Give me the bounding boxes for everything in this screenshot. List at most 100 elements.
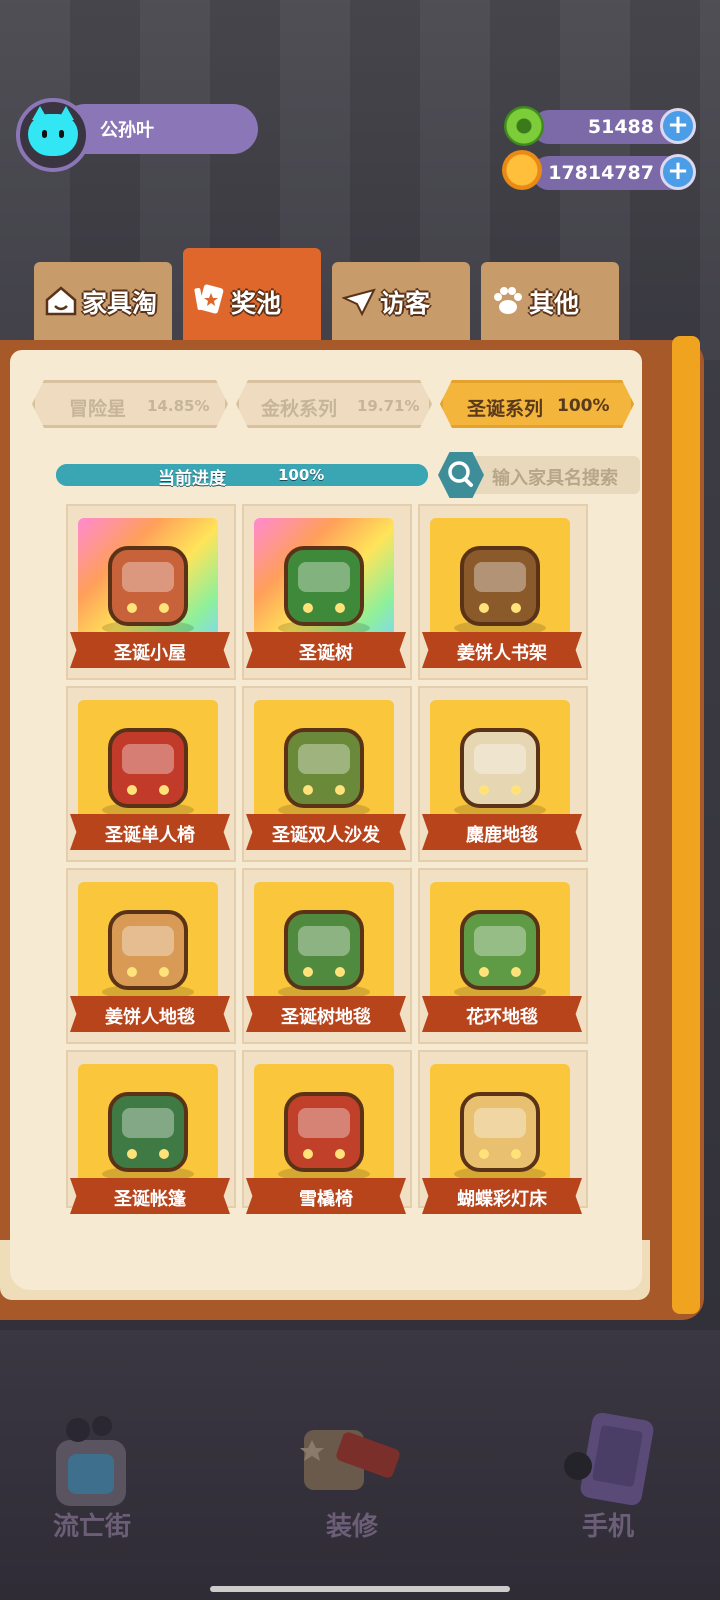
- gingerbread-house-icon: [102, 546, 194, 636]
- tree-rug-icon: [278, 910, 370, 1000]
- paper-plane-icon: [342, 288, 376, 317]
- furniture-name: 雪橇椅: [299, 1189, 353, 1210]
- tab-furniture-shop[interactable]: 家具淘: [34, 262, 172, 342]
- furniture-name-ribbon: 圣诞单人椅: [70, 814, 230, 850]
- furniture-thumbnail: [430, 700, 570, 830]
- series-tab-adventure-star[interactable]: 冒险星 14.85%: [32, 380, 228, 428]
- house-icon: [45, 286, 77, 316]
- furniture-name: 蝴蝶彩灯床: [457, 1189, 547, 1210]
- nav-label: 流亡街: [52, 1512, 131, 1542]
- furniture-card[interactable]: 姜饼人地毯: [66, 868, 236, 1044]
- wreath-rug-icon: [454, 910, 546, 1000]
- furniture-card[interactable]: 圣诞树: [242, 504, 412, 680]
- series-pct: 100%: [557, 396, 610, 416]
- furniture-card[interactable]: 圣诞帐篷: [66, 1050, 236, 1214]
- furniture-name-ribbon: 姜饼人地毯: [70, 996, 230, 1032]
- furniture-card[interactable]: 麋鹿地毯: [418, 686, 588, 862]
- furniture-thumbnail: [430, 1064, 570, 1194]
- furniture-thumbnail: [254, 700, 394, 830]
- furniture-thumbnail: [254, 518, 394, 648]
- player-name-plate[interactable]: [60, 104, 258, 154]
- progress-label: 当前进度: [158, 469, 226, 489]
- armchair-icon: [102, 728, 194, 818]
- furniture-name-ribbon: 圣诞小屋: [70, 632, 230, 668]
- furniture-thumbnail: [430, 882, 570, 1012]
- furniture-card[interactable]: 雪橇椅: [242, 1050, 412, 1214]
- tab-prize-pool[interactable]: 奖池: [183, 248, 321, 342]
- tab-label: 其他: [529, 289, 580, 318]
- add-gold-currency-button[interactable]: +: [660, 154, 696, 190]
- phone-icon: [564, 1412, 654, 1506]
- furniture-name-ribbon: 雪橇椅: [246, 1178, 406, 1214]
- tent-icon: [102, 1092, 194, 1182]
- series-label: 圣诞系列: [467, 398, 544, 420]
- progress-bar: [56, 464, 428, 486]
- gingerbread-rug-icon: [102, 910, 194, 1000]
- tab-visitors[interactable]: 访客: [332, 262, 470, 342]
- furniture-card[interactable]: 花环地毯: [418, 868, 588, 1044]
- christmas-tree-icon: [278, 546, 370, 636]
- nav-phone[interactable]: 手机: [538, 1410, 678, 1550]
- reindeer-rug-icon: [454, 728, 546, 818]
- furniture-thumbnail: [254, 1064, 394, 1194]
- furniture-name: 姜饼人地毯: [105, 1007, 195, 1028]
- street-icon: [56, 1416, 126, 1506]
- furniture-name-ribbon: 圣诞双人沙发: [246, 814, 406, 850]
- furniture-thumbnail: [78, 700, 218, 830]
- furniture-card[interactable]: 蝴蝶彩灯床: [418, 1050, 588, 1214]
- sled-chair-icon: [278, 1092, 370, 1182]
- decorate-icon: [300, 1430, 400, 1490]
- card-star-icon: [194, 284, 224, 314]
- furniture-card[interactable]: 圣诞双人沙发: [242, 686, 412, 862]
- furniture-thumbnail: [78, 518, 218, 648]
- nav-decorate[interactable]: 装修: [282, 1410, 422, 1550]
- tab-other[interactable]: 其他: [481, 262, 619, 342]
- furniture-name: 圣诞小屋: [114, 643, 186, 664]
- furniture-name: 圣诞树地毯: [281, 1007, 371, 1028]
- home-indicator[interactable]: [210, 1586, 510, 1592]
- furniture-thumbnail: [78, 1064, 218, 1194]
- player-name: 公孙叶: [100, 120, 154, 141]
- series-tab-christmas[interactable]: 圣诞系列 100%: [440, 380, 634, 428]
- progress-fill: [56, 464, 428, 486]
- series-pct: 14.85%: [147, 397, 210, 415]
- nav-label: 装修: [325, 1512, 378, 1542]
- bookshelf-icon: [454, 546, 546, 636]
- furniture-name-ribbon: 花环地毯: [422, 996, 582, 1032]
- tab-label: 家具淘: [82, 289, 158, 318]
- green-currency-value: 51488: [587, 116, 654, 138]
- furniture-name: 花环地毯: [466, 1007, 538, 1028]
- book-edge: [672, 336, 700, 1314]
- furniture-name: 圣诞树: [299, 643, 353, 664]
- nav-exile-street[interactable]: 流亡街: [22, 1410, 162, 1550]
- furniture-thumbnail: [430, 518, 570, 648]
- paw-icon: [494, 287, 522, 314]
- series-pct: 19.71%: [357, 397, 420, 415]
- furniture-name: 圣诞帐篷: [114, 1189, 186, 1210]
- furniture-name: 圣诞双人沙发: [272, 825, 380, 846]
- add-green-currency-button[interactable]: +: [660, 108, 696, 144]
- tab-label: 访客: [380, 289, 431, 318]
- furniture-thumbnail: [78, 882, 218, 1012]
- nav-label: 手机: [581, 1512, 634, 1542]
- furniture-name-ribbon: 圣诞树: [246, 632, 406, 668]
- furniture-card[interactable]: 圣诞小屋: [66, 504, 236, 680]
- furniture-name-ribbon: 圣诞帐篷: [70, 1178, 230, 1214]
- cat-face-icon: [28, 106, 78, 156]
- furniture-name: 圣诞单人椅: [105, 825, 195, 846]
- sofa-icon: [278, 728, 370, 818]
- furniture-name: 麋鹿地毯: [466, 825, 538, 846]
- furniture-name: 姜饼人书架: [457, 643, 547, 664]
- avatar[interactable]: [16, 98, 90, 172]
- series-tab-golden-autumn[interactable]: 金秋系列 19.71%: [236, 380, 432, 428]
- search-input[interactable]: 输入家具名搜索: [492, 464, 618, 490]
- furniture-name-ribbon: 圣诞树地毯: [246, 996, 406, 1032]
- light-bed-icon: [454, 1092, 546, 1182]
- furniture-name-ribbon: 麋鹿地毯: [422, 814, 582, 850]
- furniture-card[interactable]: 姜饼人书架: [418, 504, 588, 680]
- furniture-thumbnail: [254, 882, 394, 1012]
- furniture-card[interactable]: 圣诞树地毯: [242, 868, 412, 1044]
- progress-value: 100%: [278, 466, 325, 484]
- series-label: 冒险星: [69, 398, 127, 420]
- furniture-card[interactable]: 圣诞单人椅: [66, 686, 236, 862]
